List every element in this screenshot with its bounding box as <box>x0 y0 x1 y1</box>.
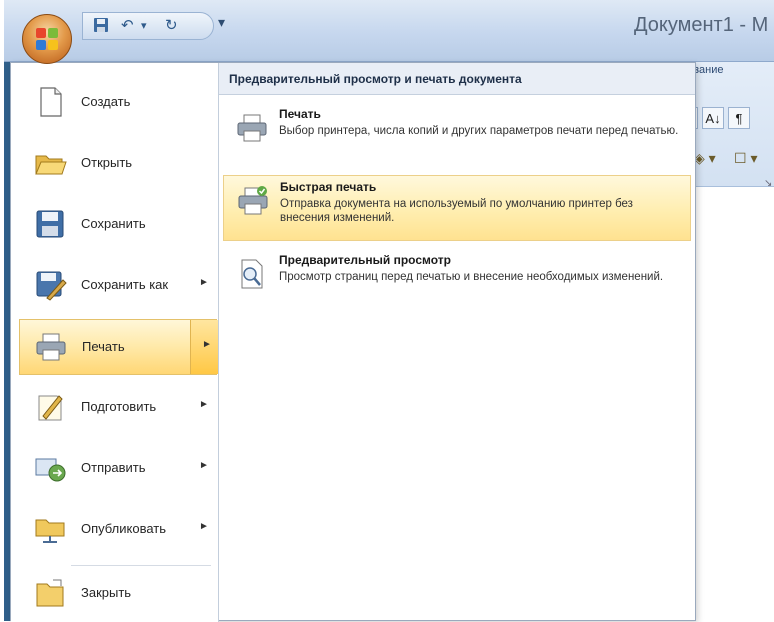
undo-icon[interactable]: ↶ <box>121 17 134 35</box>
submenu-item-description: Отправка документа на используемый по ум… <box>280 198 633 224</box>
menu-item-open[interactable]: Открыть <box>19 136 217 192</box>
menu-item-label: Печать <box>82 339 125 354</box>
menu-item-label: Открыть <box>81 155 133 170</box>
title-bar: ↶ ▾ ↻ ▾ Документ1 - М <box>4 0 774 62</box>
office-button[interactable] <box>22 14 72 64</box>
prepare-icon <box>38 395 63 421</box>
sort-button[interactable]: A↓ <box>702 107 724 129</box>
ribbon-tab[interactable]: зание <box>694 64 724 76</box>
menu-item-label: Закрыть <box>81 585 132 600</box>
open-folder-icon <box>35 155 67 175</box>
quick-access-toolbar: ↶ ▾ ↻ <box>82 12 214 40</box>
submenu-arrow-icon: ► <box>199 521 209 532</box>
printer-icon <box>36 333 66 361</box>
submenu-item-description: Просмотр страниц перед печатью и внесени… <box>279 271 664 283</box>
menu-item-close[interactable]: Закрыть <box>19 566 217 622</box>
new-document-icon <box>40 87 62 117</box>
submenu-item-title: Печать <box>279 107 321 121</box>
menu-item-publish[interactable]: Опубликовать ► <box>19 502 217 558</box>
office-menu-commands: Создать Открыть Сохранить Сохранить как … <box>11 63 219 622</box>
submenu-item-title: Быстрая печать <box>280 180 377 194</box>
submenu-item-quick-print[interactable]: Быстрая печать Отправка документа на исп… <box>223 175 691 241</box>
menu-item-label: Подготовить <box>81 399 157 414</box>
send-icon <box>35 458 66 482</box>
submenu-arrow-icon: ► <box>199 399 209 410</box>
submenu-item-description: Выбор принтера, числа копий и других пар… <box>279 125 679 137</box>
submenu-item-print-preview[interactable]: Предварительный просмотр Просмотр страни… <box>223 249 691 315</box>
menu-item-print[interactable]: Печать ► <box>19 319 218 375</box>
submenu-item-title: Предварительный просмотр <box>279 253 451 267</box>
menu-item-label: Отправить <box>81 460 146 475</box>
submenu-title: Предварительный просмотр и печать докуме… <box>229 72 522 86</box>
quick-print-icon <box>238 186 268 215</box>
redo-icon[interactable]: ↻ <box>165 17 178 35</box>
menu-item-prepare[interactable]: Подготовить ► <box>19 380 217 436</box>
border-icon[interactable]: ☐ ▾ <box>734 150 757 167</box>
close-folder-icon <box>36 579 64 607</box>
customize-toolbar-icon[interactable]: ▾ <box>218 14 225 31</box>
undo-dropdown-icon[interactable]: ▾ <box>141 17 147 35</box>
shading-icon[interactable]: ◈ ▾ <box>694 150 716 167</box>
submenu-arrow-icon: ► <box>199 277 209 288</box>
show-formatting-button[interactable]: ¶ <box>728 107 750 129</box>
print-preview-icon <box>241 259 263 289</box>
menu-item-label: Сохранить как <box>81 277 169 292</box>
menu-item-label: Сохранить <box>81 216 146 231</box>
submenu-arrow-icon: ► <box>202 339 212 350</box>
save-as-icon <box>36 271 67 301</box>
menu-item-save-as[interactable]: Сохранить как ► <box>19 258 217 314</box>
submenu-arrow-icon: ► <box>199 460 209 471</box>
submenu-header: Предварительный просмотр и печать докуме… <box>219 63 695 95</box>
menu-item-label: Создать <box>81 94 131 109</box>
save-icon <box>36 210 64 238</box>
menu-item-save[interactable]: Сохранить <box>19 197 217 253</box>
submenu-item-print[interactable]: Печать Выбор принтера, числа копий и дру… <box>223 103 691 169</box>
print-submenu: Предварительный просмотр и печать докуме… <box>219 63 695 620</box>
window-title: Документ1 - М <box>634 14 769 36</box>
printer-icon <box>237 114 267 142</box>
menu-item-new[interactable]: Создать <box>19 75 217 131</box>
save-icon[interactable] <box>93 17 109 35</box>
office-logo-icon <box>36 28 58 50</box>
menu-item-send[interactable]: Отправить ► <box>19 441 217 497</box>
menu-item-label: Опубликовать <box>81 521 167 536</box>
office-menu: Создать Открыть Сохранить Сохранить как … <box>10 62 696 622</box>
publish-icon <box>35 519 65 543</box>
